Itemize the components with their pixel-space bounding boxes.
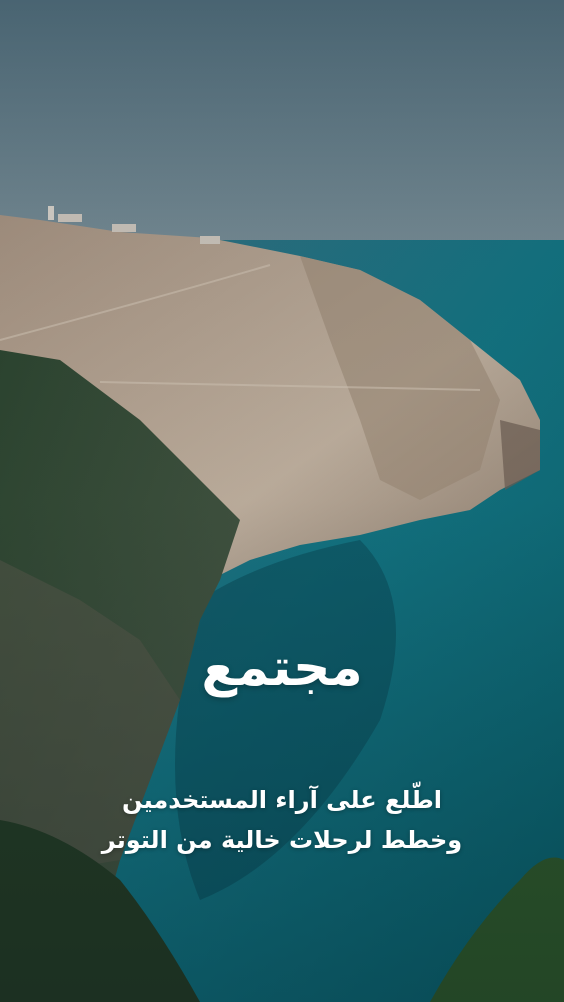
onboarding-title: مجتمع <box>201 638 363 698</box>
onboarding-subtitle-line1: اطّلع على آراء المستخدمين <box>121 786 443 814</box>
onboarding-subtitle-line2: وخطط لرحلات خالية من التوتر <box>101 826 463 854</box>
onboarding-subtitle: اطّلع على آراء المستخدمين وخطط لرحلات خا… <box>40 780 524 860</box>
onboarding-screen: مجتمع اطّلع على آراء المستخدمين وخطط لرح… <box>0 0 564 1002</box>
